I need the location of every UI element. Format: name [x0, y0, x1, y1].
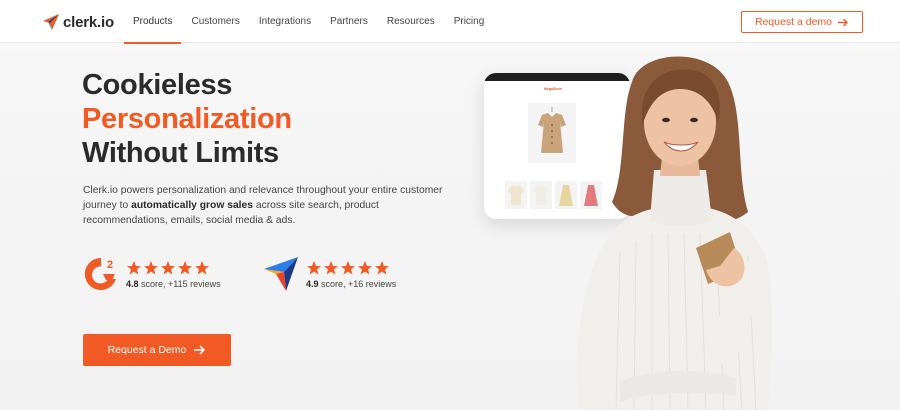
svg-text:2: 2	[107, 259, 113, 271]
capterra-logo-icon	[264, 257, 298, 291]
nav-item-integrations[interactable]: Integrations	[250, 0, 320, 43]
star-icon	[341, 260, 355, 274]
request-demo-header-label: Request a demo	[754, 16, 833, 28]
rating-g2-stars	[126, 260, 221, 276]
smiling-woman-image	[577, 56, 773, 410]
rating-g2-score: 4.8	[126, 278, 139, 289]
shirt-icon	[508, 185, 524, 205]
star-icon	[161, 260, 175, 274]
landing-page: clerk.io Products Customers Integrations…	[0, 0, 900, 410]
star-icon	[178, 260, 192, 274]
arrow-right-icon	[838, 18, 849, 26]
shirt-icon	[533, 185, 549, 205]
rating-capterra-body: 4.9 score, +16 reviews	[306, 260, 396, 289]
request-demo-header-button[interactable]: Request a demo	[741, 11, 863, 33]
rating-g2-reviews: score, +115 reviews	[138, 278, 221, 289]
star-icon	[307, 260, 321, 274]
request-demo-button[interactable]: Request a Demo	[83, 334, 231, 366]
star-icon	[375, 260, 389, 274]
mini-thumb	[530, 181, 552, 209]
headline-line-2: Personalization	[82, 103, 292, 135]
nav-item-pricing[interactable]: Pricing	[445, 0, 494, 43]
star-icon	[144, 260, 158, 274]
arrow-right-icon	[194, 345, 206, 355]
nav-item-customers[interactable]: Customers	[182, 0, 248, 43]
hero-headline: Cookieless Personalization Without Limit…	[82, 68, 292, 170]
main-nav: Products Customers Integrations Partners…	[124, 0, 494, 44]
nav-item-products[interactable]: Products	[124, 0, 182, 44]
star-icon	[195, 260, 209, 274]
hero-description-bold: automatically grow sales	[131, 200, 253, 211]
rating-g2: 2 4.8 score, +115 reviews	[82, 255, 221, 293]
rating-capterra-stars	[306, 260, 396, 276]
logo[interactable]: clerk.io	[42, 12, 114, 32]
rating-g2-text: 4.8 score, +115 reviews	[126, 279, 221, 289]
mini-thumb	[505, 181, 527, 209]
nav-item-partners[interactable]: Partners	[321, 0, 377, 43]
rating-g2-body: 4.8 score, +115 reviews	[126, 260, 221, 289]
rating-capterra-score: 4.9	[306, 278, 319, 289]
logo-text: clerk.io	[63, 13, 114, 31]
headline-line-1: Cookieless	[82, 69, 233, 101]
rating-capterra-text: 4.9 score, +16 reviews	[306, 279, 396, 289]
rating-capterra-reviews: score, +16 reviews	[318, 278, 397, 289]
headline-line-3: Without Limits	[82, 137, 279, 169]
star-icon	[324, 260, 338, 274]
site-header: clerk.io Products Customers Integrations…	[0, 0, 900, 44]
star-icon	[127, 260, 141, 274]
rating-capterra: 4.9 score, +16 reviews	[262, 255, 396, 293]
g2-logo-icon: 2	[84, 257, 116, 290]
clerk-logo-icon	[43, 14, 59, 30]
nav-item-resources[interactable]: Resources	[378, 0, 444, 43]
star-icon	[358, 260, 372, 274]
hero-description: Clerk.io powers personalization and rele…	[83, 183, 443, 228]
request-demo-label: Request a Demo	[107, 344, 187, 356]
